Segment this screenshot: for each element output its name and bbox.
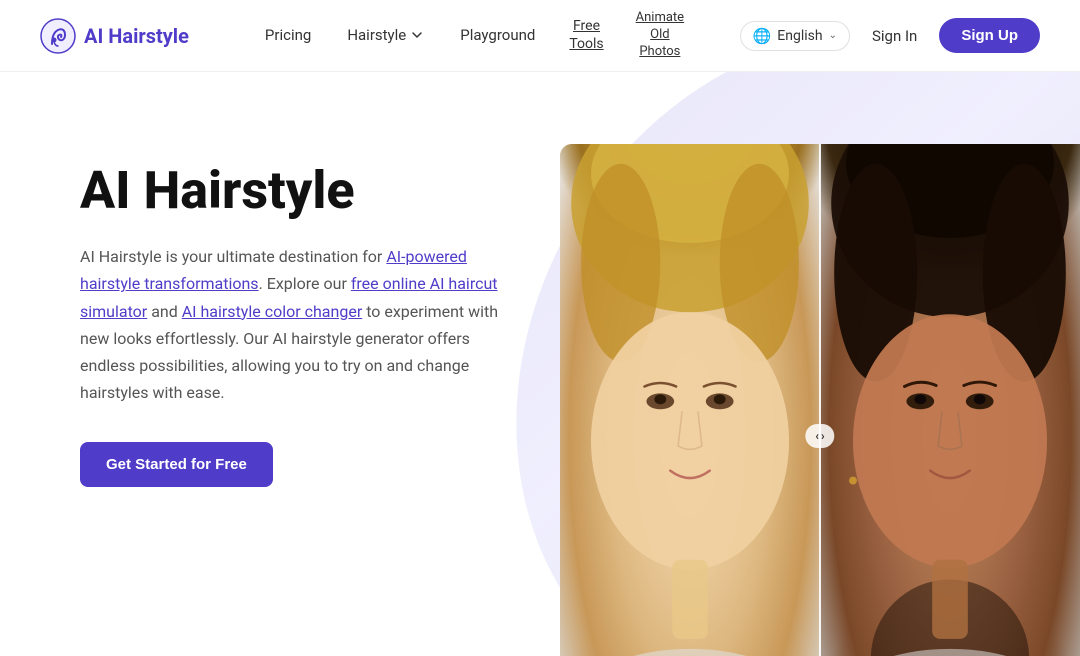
- comparison-container: ‹ ›: [560, 144, 1080, 656]
- logo-icon: [40, 18, 76, 54]
- nav-free-tools[interactable]: Free Tools: [555, 11, 617, 59]
- language-caret-icon: ⌄: [829, 30, 837, 41]
- before-image: [560, 144, 820, 656]
- comparison-handle[interactable]: ‹ ›: [805, 424, 834, 448]
- nav-playground[interactable]: Playground: [444, 18, 551, 52]
- cta-button[interactable]: Get Started for Free: [80, 442, 273, 487]
- language-label: English: [777, 28, 822, 44]
- face-features-left: [560, 144, 820, 656]
- nav-right: 🌐 English ⌄ Sign In Sign Up: [740, 18, 1040, 53]
- signup-button[interactable]: Sign Up: [939, 18, 1040, 53]
- arrow-left-icon: ‹: [815, 429, 819, 443]
- navbar: AI Hairstyle Pricing Hairstyle Playgroun…: [0, 0, 1080, 72]
- logo-text: AI Hairstyle: [84, 24, 189, 48]
- signin-link[interactable]: Sign In: [862, 21, 927, 51]
- logo-link[interactable]: AI Hairstyle: [40, 18, 189, 54]
- after-image: [820, 144, 1080, 656]
- language-selector[interactable]: 🌐 English ⌄: [740, 21, 850, 51]
- nav-animate-old-photos[interactable]: Animate Old Photos: [622, 4, 698, 67]
- hero-description: AI Hairstyle is your ultimate destinatio…: [80, 243, 510, 406]
- link-color-changer[interactable]: AI hairstyle color changer: [182, 302, 363, 321]
- nav-pricing[interactable]: Pricing: [249, 18, 327, 52]
- nav-links: Pricing Hairstyle Playground Free Tools …: [249, 4, 740, 67]
- face-features-right: [820, 144, 1080, 656]
- arrow-right-icon: ›: [821, 429, 825, 443]
- comparison-divider-line: [819, 144, 821, 656]
- globe-icon: 🌐: [753, 27, 772, 45]
- hero-content: AI Hairstyle AI Hairstyle is your ultima…: [80, 132, 580, 487]
- image-comparison-area: ‹ ›: [560, 144, 1080, 656]
- nav-hairstyle[interactable]: Hairstyle: [331, 18, 440, 52]
- chevron-down-icon: [410, 28, 424, 42]
- hero-section: AI Hairstyle AI Hairstyle is your ultima…: [0, 72, 1080, 656]
- hero-title: AI Hairstyle: [80, 162, 580, 219]
